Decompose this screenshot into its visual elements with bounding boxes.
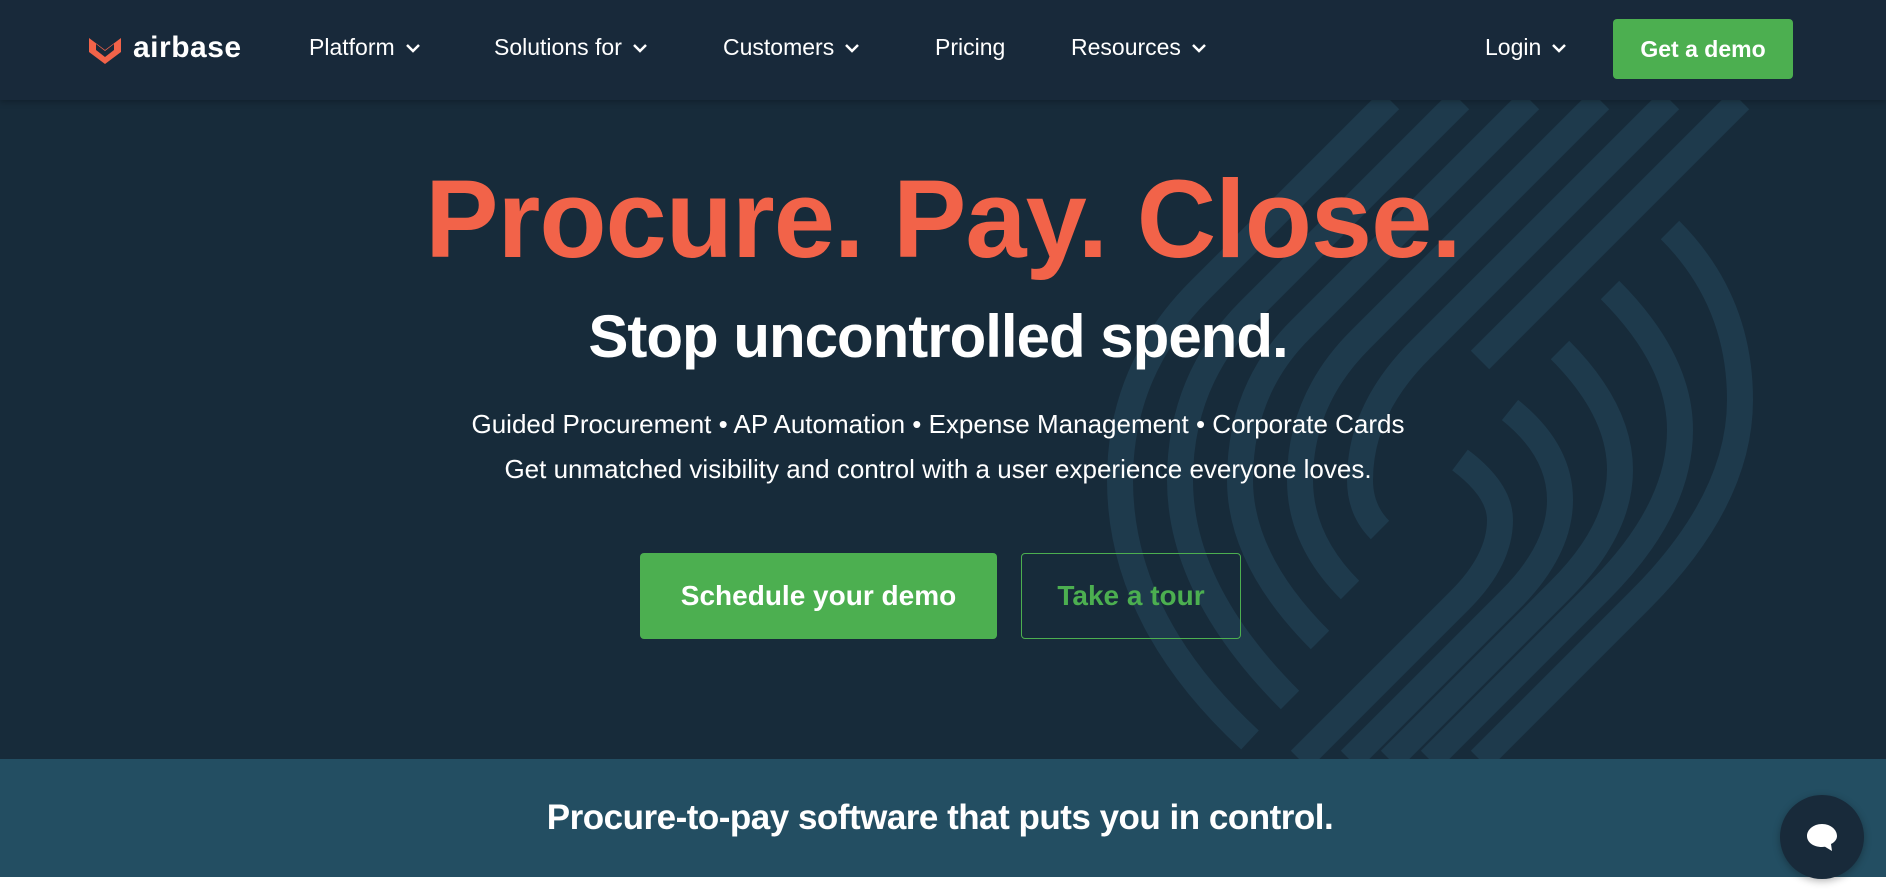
airbase-logo[interactable]: airbase: [87, 30, 242, 66]
chevron-down-icon: [405, 43, 420, 53]
schedule-demo-button[interactable]: Schedule your demo: [640, 553, 997, 639]
nav-platform-label: Platform: [309, 34, 395, 60]
chevron-down-icon: [845, 43, 860, 53]
hero-features: Guided Procurement • AP Automation • Exp…: [471, 409, 1405, 439]
hero-section: Procure. Pay. Close. Stop uncontrolled s…: [0, 100, 1886, 760]
chat-bubble-icon: [1807, 824, 1837, 851]
nav-pricing[interactable]: Pricing: [935, 34, 1005, 61]
chevron-down-icon: [1192, 43, 1206, 53]
top-navbar: airbase Platform Solutions for Customers…: [0, 0, 1886, 100]
banner-text: Procure-to-pay software that puts you in…: [546, 798, 1334, 837]
nav-resources-label: Resources: [1071, 34, 1181, 60]
brand-name: airbase: [133, 31, 242, 64]
get-a-demo-button[interactable]: Get a demo: [1613, 19, 1793, 79]
chat-launcher-button[interactable]: [1780, 795, 1864, 879]
take-a-tour-button[interactable]: Take a tour: [1021, 553, 1241, 639]
nav-resources[interactable]: Resources: [1071, 34, 1207, 61]
nav-solutions-label: Solutions for: [494, 34, 622, 60]
nav-customers[interactable]: Customers: [723, 34, 860, 61]
airbase-logo-icon: [89, 38, 121, 64]
nav-login[interactable]: Login: [1485, 34, 1567, 61]
hero-subhead: Stop uncontrolled spend.: [588, 303, 1288, 370]
nav-pricing-label: Pricing: [935, 34, 1006, 60]
value-banner: Procure-to-pay software that puts you in…: [0, 759, 1886, 877]
nav-platform[interactable]: Platform: [309, 34, 421, 61]
hero-tagline: Get unmatched visibility and control wit…: [504, 454, 1372, 484]
nav-customers-label: Customers: [723, 34, 835, 60]
nav-solutions[interactable]: Solutions for: [494, 34, 648, 61]
nav-login-label: Login: [1485, 34, 1542, 60]
chevron-down-icon: [1552, 43, 1567, 53]
hero-headline: Procure. Pay. Close.: [425, 158, 1462, 281]
chevron-down-icon: [632, 43, 647, 53]
